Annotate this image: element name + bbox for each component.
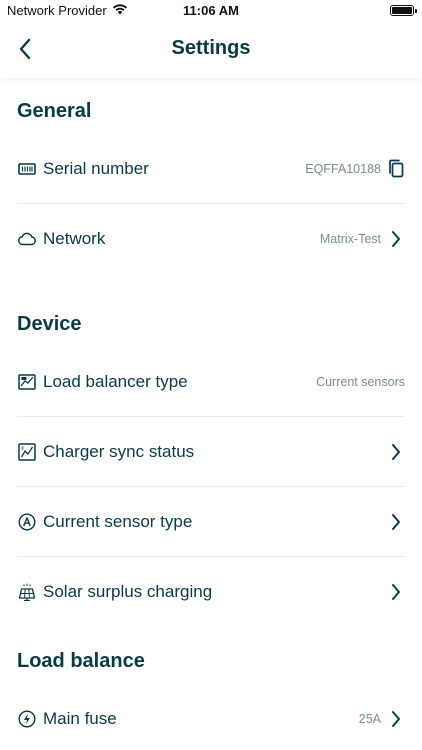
load-balancer-type-row[interactable]: Load balancer type Current sensors bbox=[17, 347, 405, 417]
charger-sync-icon bbox=[17, 442, 37, 462]
status-time: 11:06 AM bbox=[183, 3, 239, 18]
chevron-right-icon bbox=[387, 709, 405, 729]
solar-surplus-charging-row[interactable]: Solar surplus charging bbox=[17, 557, 405, 627]
copy-button[interactable] bbox=[387, 159, 405, 179]
copy-icon bbox=[389, 159, 404, 178]
battery-icon bbox=[390, 5, 417, 16]
main-fuse-row[interactable]: Main fuse 25A bbox=[17, 684, 405, 750]
status-bar: Network Provider 11:06 AM bbox=[0, 0, 422, 22]
chevron-right-icon bbox=[387, 442, 405, 462]
chevron-right-icon bbox=[387, 582, 405, 602]
serial-number-row[interactable]: Serial number EQFFA10188 bbox=[17, 134, 405, 204]
charger-sync-status-label: Charger sync status bbox=[43, 441, 195, 461]
ampere-icon bbox=[17, 512, 37, 532]
current-sensor-type-row[interactable]: Current sensor type bbox=[17, 487, 405, 557]
lightning-icon bbox=[17, 709, 37, 729]
nav-bar: Settings bbox=[0, 22, 422, 78]
solar-panel-icon bbox=[17, 582, 37, 602]
page-title: Settings bbox=[171, 37, 251, 59]
section-header-device: Device bbox=[17, 313, 82, 335]
serial-chip-icon bbox=[17, 159, 37, 179]
load-balancer-icon bbox=[17, 372, 37, 392]
main-fuse-label: Main fuse bbox=[43, 709, 117, 728]
chevron-right-icon bbox=[387, 512, 405, 532]
solar-surplus-charging-label: Solar surplus charging bbox=[43, 582, 213, 601]
main-fuse-value: 25A bbox=[358, 712, 381, 726]
load-balancer-type-label: Load balancer type bbox=[43, 371, 188, 391]
serial-number-value: EQFFA10188 bbox=[305, 161, 381, 176]
section-header-load-balance: Load balance bbox=[17, 650, 145, 672]
charger-sync-status-row[interactable]: Charger sync status bbox=[17, 417, 405, 487]
network-label: Network bbox=[43, 229, 106, 248]
network-value: Matrix-Test bbox=[319, 232, 381, 246]
serial-number-label: Serial number bbox=[43, 158, 149, 178]
current-sensor-type-label: Current sensor type bbox=[43, 511, 193, 531]
chevron-right-icon bbox=[387, 229, 405, 249]
section-header-general: General bbox=[17, 100, 92, 122]
load-balancer-type-value: Current sensors bbox=[316, 374, 405, 389]
cloud-icon bbox=[17, 229, 37, 249]
network-row[interactable]: Network Matrix-Test bbox=[17, 204, 405, 274]
